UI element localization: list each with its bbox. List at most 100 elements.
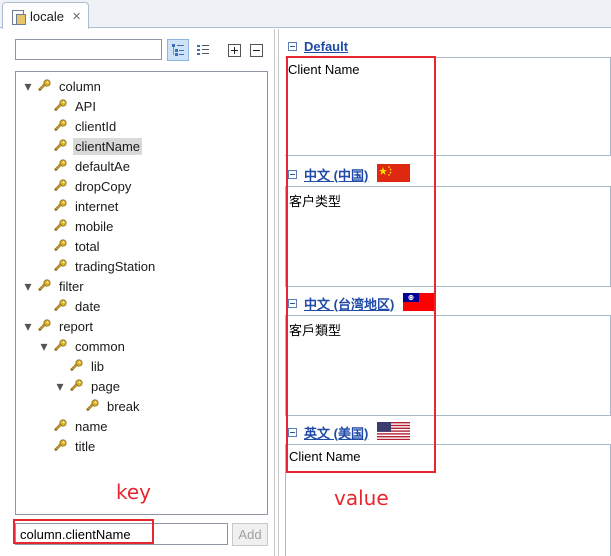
collapse-icon[interactable] (288, 427, 297, 437)
add-button[interactable]: Add (232, 523, 268, 546)
tree-node-page[interactable]: ▾ page (54, 376, 122, 396)
editor-tab-locale[interactable]: locale ✕ (2, 2, 89, 29)
collapse-icon[interactable] (288, 298, 297, 308)
tree-node-break[interactable]: break (70, 396, 142, 416)
editor-tab-label: locale (30, 8, 64, 24)
key-input[interactable] (15, 523, 228, 545)
tree-node-filter[interactable]: ▾ filter (22, 276, 86, 296)
editor-tab-bar: locale ✕ (0, 0, 611, 29)
key-icon (85, 399, 99, 413)
chevron-down-icon[interactable]: ▾ (22, 278, 34, 294)
tree-node-label: break (107, 398, 140, 414)
tree-node-label: internet (75, 198, 119, 214)
usa-flag-icon (377, 421, 411, 443)
key-icon (53, 119, 67, 133)
section-header-default: Default (279, 35, 611, 57)
key-icon (37, 79, 51, 93)
collapse-all-icon (249, 43, 263, 57)
tree-node-mobile[interactable]: mobile (38, 216, 115, 236)
tree-view-button[interactable] (167, 39, 189, 61)
chevron-down-icon[interactable]: ▾ (22, 318, 34, 334)
flat-list-button[interactable] (192, 39, 214, 61)
tree-node-common[interactable]: ▾ common (38, 336, 127, 356)
section-title-default[interactable]: Default (304, 39, 348, 54)
key-icon (53, 239, 67, 253)
chevron-down-icon[interactable]: ▾ (54, 378, 66, 394)
key-icon (53, 219, 67, 233)
tree-node-label: defaultAe (75, 158, 130, 174)
chevron-down-icon[interactable]: ▾ (38, 338, 50, 354)
value-field-zh-tw[interactable] (285, 315, 611, 416)
key-icon (53, 419, 67, 433)
tree-node-label: tradingStation (75, 258, 156, 274)
section-title-en-us[interactable]: 英文 (美国) (304, 423, 368, 442)
tree-node-api[interactable]: API (38, 96, 98, 116)
key-icon (37, 279, 51, 293)
properties-file-icon (11, 9, 26, 25)
tree-node-internet[interactable]: internet (38, 196, 120, 216)
key-icon (53, 439, 67, 453)
tree-view-icon (171, 43, 185, 57)
key-icon (69, 379, 83, 393)
key-icon (53, 179, 67, 193)
tree-node-label: column (59, 78, 101, 94)
chevron-down-icon[interactable]: ▾ (22, 78, 34, 94)
key-icon (53, 159, 67, 173)
tree-node-date[interactable]: date (38, 296, 102, 316)
tree-node-column[interactable]: ▾ column (22, 76, 103, 96)
tree-node-label: name (75, 418, 108, 434)
tree-node-title[interactable]: title (38, 436, 97, 456)
tree-node-label: date (75, 298, 101, 314)
section-header-zh-tw: 中文 (台湾地区) (279, 292, 611, 314)
section-header-en-us: 英文 (美国) (279, 421, 611, 443)
tree-node-tradingstation[interactable]: tradingStation (38, 256, 157, 276)
key-icon (53, 259, 67, 273)
tree-node-label: lib (91, 358, 105, 374)
section-title-zh-cn[interactable]: 中文 (中国) (304, 165, 368, 184)
section-title-zh-tw[interactable]: 中文 (台湾地区) (304, 294, 394, 313)
tree-node-defaultae[interactable]: defaultAe (38, 156, 132, 176)
tree-node-label: clientName (73, 137, 143, 155)
expand-all-icon (227, 43, 241, 57)
tree-node-report[interactable]: ▾ report (22, 316, 95, 336)
tree-node-dropcopy[interactable]: dropCopy (38, 176, 133, 196)
tree-node-label: total (75, 238, 100, 254)
taiwan-flag-icon (403, 292, 437, 314)
tree-node-label: dropCopy (75, 178, 132, 194)
tree-node-label: clientId (75, 118, 117, 134)
keys-pane: ▾ column API clientId clientName defaultAe dro… (0, 29, 275, 556)
key-tree[interactable]: ▾ column API clientId clientName defaultAe dro… (15, 71, 268, 515)
tree-filter-input[interactable] (15, 39, 162, 60)
close-icon[interactable]: ✕ (72, 10, 81, 23)
key-icon (53, 339, 67, 353)
expand-all-button[interactable] (223, 39, 245, 61)
tree-node-clientid[interactable]: clientId (38, 116, 118, 136)
value-field-zh-cn[interactable] (285, 186, 611, 287)
key-icon (53, 99, 67, 113)
value-field-default[interactable] (285, 57, 611, 156)
tree-node-lib[interactable]: lib (54, 356, 106, 376)
value-annotation-label: value (334, 486, 389, 510)
section-header-zh-cn: 中文 (中国) (279, 163, 611, 185)
key-icon (69, 359, 83, 373)
key-icon (53, 139, 67, 153)
key-icon (53, 199, 67, 213)
flat-list-icon (196, 43, 210, 57)
tree-node-total[interactable]: total (38, 236, 102, 256)
key-icon (53, 299, 67, 313)
key-icon (37, 319, 51, 333)
tree-node-label: common (75, 338, 125, 354)
key-annotation-label: key (116, 480, 152, 504)
china-flag-icon (377, 163, 411, 185)
tree-node-name[interactable]: name (38, 416, 110, 436)
collapse-icon[interactable] (288, 169, 297, 179)
tree-node-label: API (75, 98, 96, 114)
collapse-all-button[interactable] (245, 39, 267, 61)
tree-node-clientname[interactable]: clientName (38, 136, 143, 156)
tree-node-label: title (75, 438, 96, 454)
tree-node-label: mobile (75, 218, 114, 234)
values-pane: Default 中文 (中国) 中文 (台湾地区) (278, 29, 611, 556)
collapse-icon[interactable] (288, 41, 297, 51)
tree-node-label: filter (59, 278, 84, 294)
tree-node-label: report (59, 318, 93, 334)
